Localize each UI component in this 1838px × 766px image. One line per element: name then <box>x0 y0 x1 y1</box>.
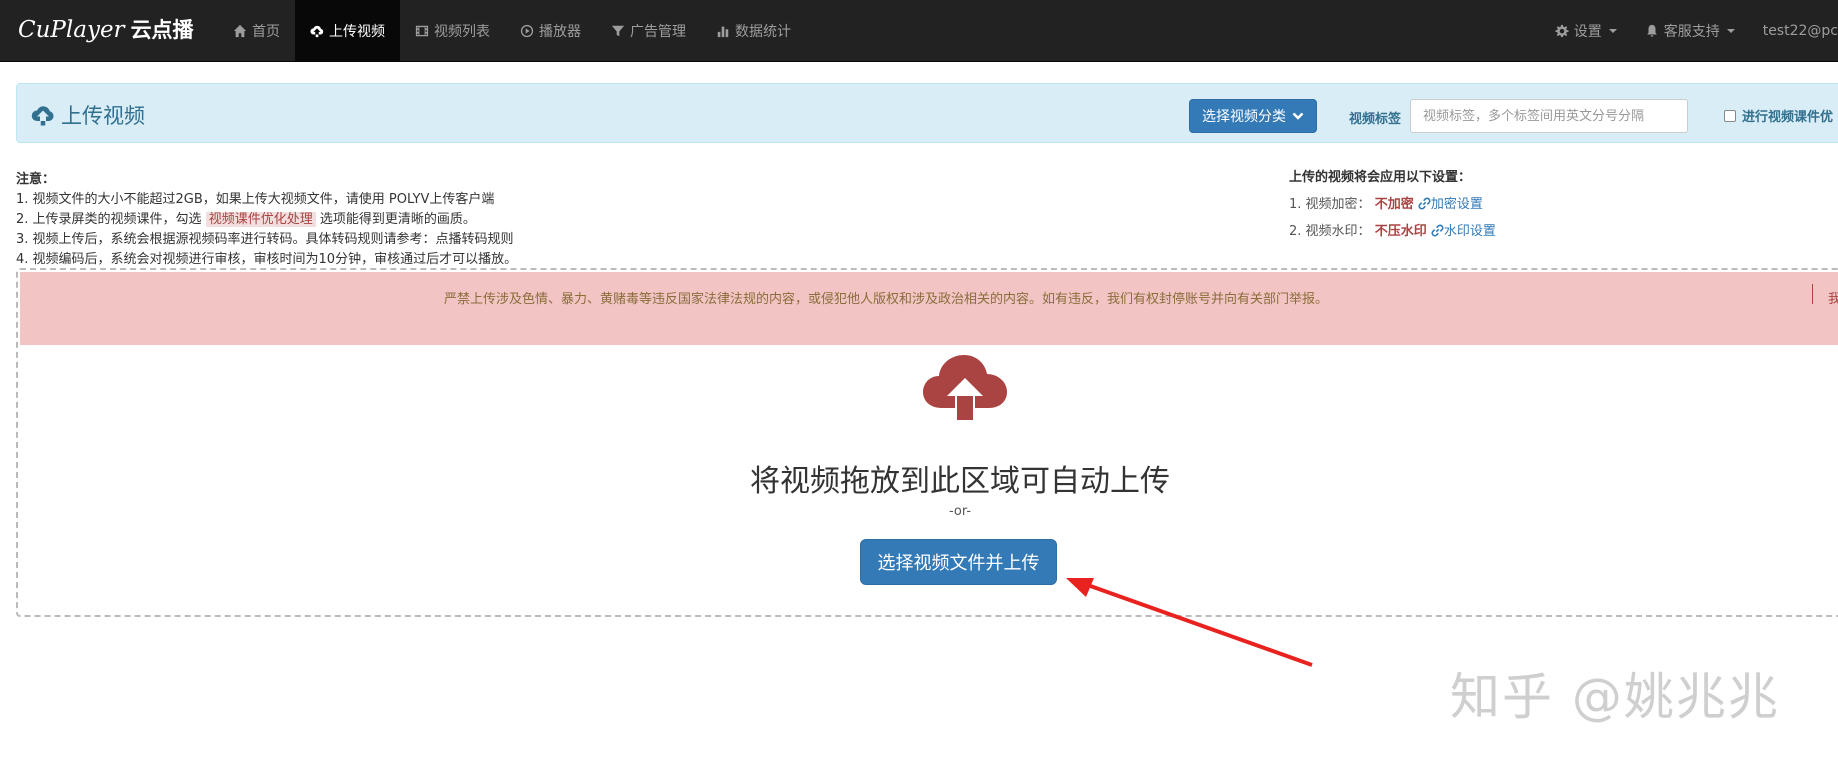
encrypt-settings-link[interactable]: 加密设置 <box>1418 197 1483 212</box>
brand-logo[interactable]: CuPlayer 云点播 <box>18 14 194 44</box>
video-dropzone[interactable]: 严禁上传涉及色情、暴力、黄赌毒等违反国家法律法规的内容，或侵犯他人版权和涉及政治… <box>16 268 1838 617</box>
dropzone-title: 将视频拖放到此区域可自动上传 <box>750 464 1170 499</box>
notes-line-2-pre: 2. 上传录屏类的视频课件，勾选 <box>16 212 202 227</box>
chevron-down-icon <box>1292 112 1304 120</box>
video-tag-label: 视频标签 <box>1349 112 1402 127</box>
notes-line-1: 1. 视频文件的大小不能超过2GB，如果上传大视频文件，请使用 POLYV上传客… <box>16 192 495 207</box>
film-icon <box>415 25 429 37</box>
support-label: 客服支持 <box>1663 24 1720 40</box>
settings-heading: 上传的视频将会应用以下设置： <box>1289 170 1472 185</box>
nav-item-label: 播放器 <box>539 24 581 40</box>
user-email: test22@pc <box>1762 23 1838 39</box>
notes-line-2: 2. 上传录屏类的视频课件，勾选 视频课件优化处理 选项能得到更清晰的画质。 <box>16 210 517 230</box>
cloud-upload-icon <box>31 106 54 126</box>
nav-item-label: 广告管理 <box>630 24 686 40</box>
upload-panel-header: 上传视频 选择视频分类 视频标签 进行视频课件优 <box>16 83 1838 143</box>
nav-item-label: 数据统计 <box>735 24 791 40</box>
cloud-upload-icon <box>310 25 324 38</box>
nav-item-label: 视频列表 <box>434 24 490 40</box>
watermark-setting-row: 2. 视频水印： 不压水印 水印设置 <box>1289 218 1496 245</box>
nav-item-ads[interactable]: 广告管理 <box>596 0 701 62</box>
page-title: 上传视频 <box>31 100 145 130</box>
upload-settings: 上传的视频将会应用以下设置： 1. 视频加密： 不加密 加密设置 2. 视频水印… <box>1289 164 1496 245</box>
content-warning-banner: 严禁上传涉及色情、暴力、黄赌毒等违反国家法律法规的内容，或侵犯他人版权和涉及政治… <box>20 272 1838 345</box>
bell-icon <box>1646 24 1657 37</box>
video-tag-input[interactable] <box>1410 99 1688 133</box>
source-watermark: 知乎 @姚兆兆 <box>1450 668 1780 726</box>
optimize-label: 进行视频课件优 <box>1742 110 1834 125</box>
watermark-value: 不压水印 <box>1374 224 1427 239</box>
notes-line-2-post: 选项能得到更清晰的画质。 <box>319 212 476 227</box>
notes-line-4: 4. 视频编码后，系统会对视频进行审核，审核时间为10分钟，审核通过后才可以播放… <box>16 252 518 267</box>
filter-icon <box>611 25 625 37</box>
settings-menu[interactable]: 设置 <box>1541 0 1631 62</box>
support-menu[interactable]: 客服支持 <box>1631 0 1749 62</box>
notes-line-2-highlight: 视频课件优化处理 <box>205 212 316 227</box>
encrypt-setting-row: 1. 视频加密： 不加密 加密设置 <box>1289 191 1496 218</box>
watermark-label: 2. 视频水印： <box>1289 224 1371 239</box>
optimize-checkbox[interactable]: 进行视频课件优 <box>1724 106 1833 125</box>
content-warning-text: 严禁上传涉及色情、暴力、黄赌毒等违反国家法律法规的内容，或侵犯他人版权和涉及政治… <box>444 292 1329 307</box>
checkbox-box[interactable] <box>1724 109 1736 122</box>
watermark-settings-link-text: 水印设置 <box>1443 224 1496 239</box>
warning-tail-text: 我 <box>1828 292 1838 307</box>
main-nav: 首页 上传视频 视频列表 播放器 广告管理 数据统计 <box>218 0 806 62</box>
select-category-label: 选择视频分类 <box>1202 109 1286 125</box>
nav-item-stats[interactable]: 数据统计 <box>701 0 806 62</box>
encrypt-settings-link-text: 加密设置 <box>1430 197 1483 212</box>
encrypt-label: 1. 视频加密： <box>1289 197 1371 212</box>
settings-label: 设置 <box>1573 24 1602 40</box>
page-title-text: 上传视频 <box>61 104 145 128</box>
top-navbar: CuPlayer云点播 首页 上传视频 视频列表 播放器 广告管理 数据统计 <box>0 0 1838 62</box>
select-file-upload-button[interactable]: 选择视频文件并上传 <box>860 539 1057 585</box>
notes-line-3: 3. 视频上传后，系统会根据源视频码率进行转码。具体转码规则请参考：点播转码规则 <box>16 232 514 247</box>
dropzone-or: -or- <box>948 504 972 519</box>
brand-name-cn: 云点播 <box>130 18 194 42</box>
notes-heading: 注意： <box>16 172 56 187</box>
nav-item-label: 首页 <box>252 24 280 40</box>
nav-item-home[interactable]: 首页 <box>218 0 295 62</box>
upload-notes: 注意： 1. 视频文件的大小不能超过2GB，如果上传大视频文件，请使用 POLY… <box>16 170 517 270</box>
caret-down-icon <box>1726 29 1735 33</box>
select-category-button[interactable]: 选择视频分类 <box>1189 99 1317 133</box>
brand-name: CuPlayer <box>18 17 125 43</box>
warning-divider <box>1812 284 1813 304</box>
cloud-upload-icon <box>923 355 1007 420</box>
watermark-settings-link[interactable]: 水印设置 <box>1431 224 1496 239</box>
link-icon <box>1418 197 1431 210</box>
nav-right: 设置 客服支持 test22@pc <box>1541 0 1838 62</box>
encrypt-value: 不加密 <box>1374 197 1414 212</box>
play-circle-icon <box>520 24 534 38</box>
gear-icon <box>1555 24 1569 38</box>
bar-chart-icon <box>717 26 729 38</box>
link-icon <box>1431 224 1444 237</box>
annotation-arrow <box>1066 578 1313 667</box>
home-icon <box>233 24 247 38</box>
user-menu[interactable]: test22@pc <box>1749 0 1838 62</box>
caret-down-icon <box>1608 29 1617 33</box>
nav-item-video-list[interactable]: 视频列表 <box>400 0 505 62</box>
nav-item-upload[interactable]: 上传视频 <box>295 0 400 62</box>
nav-item-label: 上传视频 <box>329 24 385 40</box>
nav-item-player[interactable]: 播放器 <box>505 0 596 62</box>
